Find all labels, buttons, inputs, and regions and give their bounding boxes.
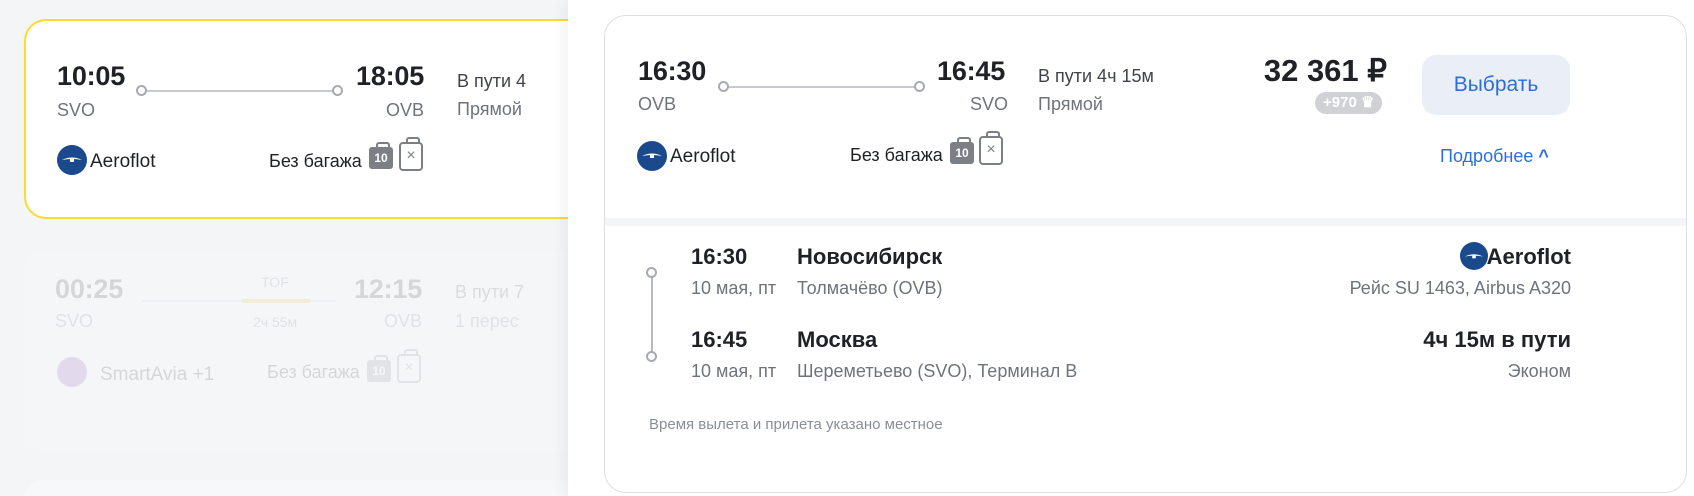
no-baggage-icon: × [397, 349, 421, 383]
route-end-dot [332, 85, 343, 96]
local-time-note: Время вылета и прилета указано местное [649, 416, 943, 433]
segment-arrival-time: 16:45 [691, 327, 748, 352]
arrival-code: OVB [386, 100, 425, 120]
segment-departure-city: Новосибирск [797, 244, 943, 269]
crown-icon: ♛ [1360, 94, 1375, 111]
aeroflot-logo-icon [637, 141, 667, 171]
no-baggage-icon: × [979, 131, 1003, 165]
duration: В пути 4 [457, 71, 527, 91]
departure-time: 10:05 [57, 61, 126, 91]
smartavia-logo-icon [57, 357, 87, 387]
segment-flight-info: Рейс SU 1463, Airbus A320 [1349, 278, 1571, 298]
bonus-badge: +970 ♛ [1315, 92, 1383, 114]
segment-end-dot [646, 351, 657, 362]
select-button[interactable]: Выбрать [1422, 55, 1570, 115]
layover-code: TOF [261, 274, 289, 290]
detail-departure-code: OVB [638, 94, 677, 114]
detail-baggage-label: Без багажа [850, 145, 943, 165]
bonus-value: +970 [1323, 94, 1357, 111]
baggage-label: Без багажа [269, 151, 362, 171]
departure-time: 00:25 [55, 274, 124, 304]
detail-route-end-dot [914, 81, 925, 92]
route-start-dot [136, 85, 147, 96]
segment-departure-time: 16:30 [691, 244, 748, 269]
segment-cabin-class: Эконом [1507, 361, 1571, 381]
arrival-time: 12:15 [354, 274, 423, 304]
chevron-up-icon: ^ [1538, 146, 1549, 166]
segment-start-dot [646, 267, 657, 278]
route-line [144, 90, 338, 92]
result-card-1[interactable]: 10:05 SVO 18:05 OVB В пути 4 Прямой Aero… [24, 19, 624, 219]
airline-name: SmartAvia +1 [100, 364, 215, 385]
flight-detail-card: 16:30 OVB 16:45 SVO В пути 4ч 15м Прямой… [604, 15, 1687, 493]
price: 32 361 ₽ [1263, 53, 1387, 88]
more-details-link[interactable]: Подробнее ^ [1440, 146, 1549, 167]
detail-airline-name: Aeroflot [670, 146, 736, 167]
more-details-label: Подробнее [1440, 146, 1534, 166]
detail-arrival-time: 16:45 [937, 56, 1006, 86]
detail-route-start-dot [718, 81, 729, 92]
segment-timeline-line [651, 273, 653, 357]
detail-route-line [727, 86, 921, 88]
result-card-3[interactable] [24, 480, 624, 496]
stops: 1 перес [455, 311, 519, 331]
no-baggage-icon: × [399, 137, 423, 171]
aeroflot-logo-icon [1460, 242, 1488, 270]
detail-stops: Прямой [1038, 94, 1103, 114]
segment-airline-name: Aeroflot [1486, 244, 1571, 269]
hand-luggage-icon: 10 [369, 142, 393, 169]
detail-departure-time: 16:30 [638, 56, 707, 86]
baggage-label: Без багажа [267, 362, 360, 382]
detail-arrival-code: SVO [970, 94, 1009, 114]
layover-bar [242, 299, 310, 303]
section-divider [605, 218, 1686, 226]
aeroflot-logo-icon [57, 145, 87, 175]
departure-code: SVO [57, 100, 96, 120]
result-card-2[interactable]: 00:25 SVO TOF 2ч 55м 12:15 OVB В пути 7 … [24, 250, 624, 450]
arrival-code: OVB [384, 311, 423, 331]
segment-duration: 4ч 15м в пути [1423, 327, 1571, 352]
segment-departure-date: 10 мая, пт [691, 278, 777, 298]
segment-arrival-date: 10 мая, пт [691, 361, 777, 381]
departure-code: SVO [55, 311, 94, 331]
arrival-time: 18:05 [356, 61, 425, 91]
airline-name: Aeroflot [90, 151, 156, 172]
hand-luggage-icon: 10 [367, 355, 391, 382]
duration: В пути 7 [455, 282, 525, 302]
segment-arrival-airport: Шереметьево (SVO), Терминал B [797, 361, 1078, 381]
stops: Прямой [457, 99, 522, 119]
segment-arrival-city: Москва [797, 327, 878, 352]
detail-duration: В пути 4ч 15м [1038, 66, 1154, 86]
segment-departure-airport: Толмачёво (OVB) [797, 278, 943, 298]
layover-duration: 2ч 55м [253, 314, 298, 330]
hand-luggage-icon: 10 [950, 137, 974, 164]
